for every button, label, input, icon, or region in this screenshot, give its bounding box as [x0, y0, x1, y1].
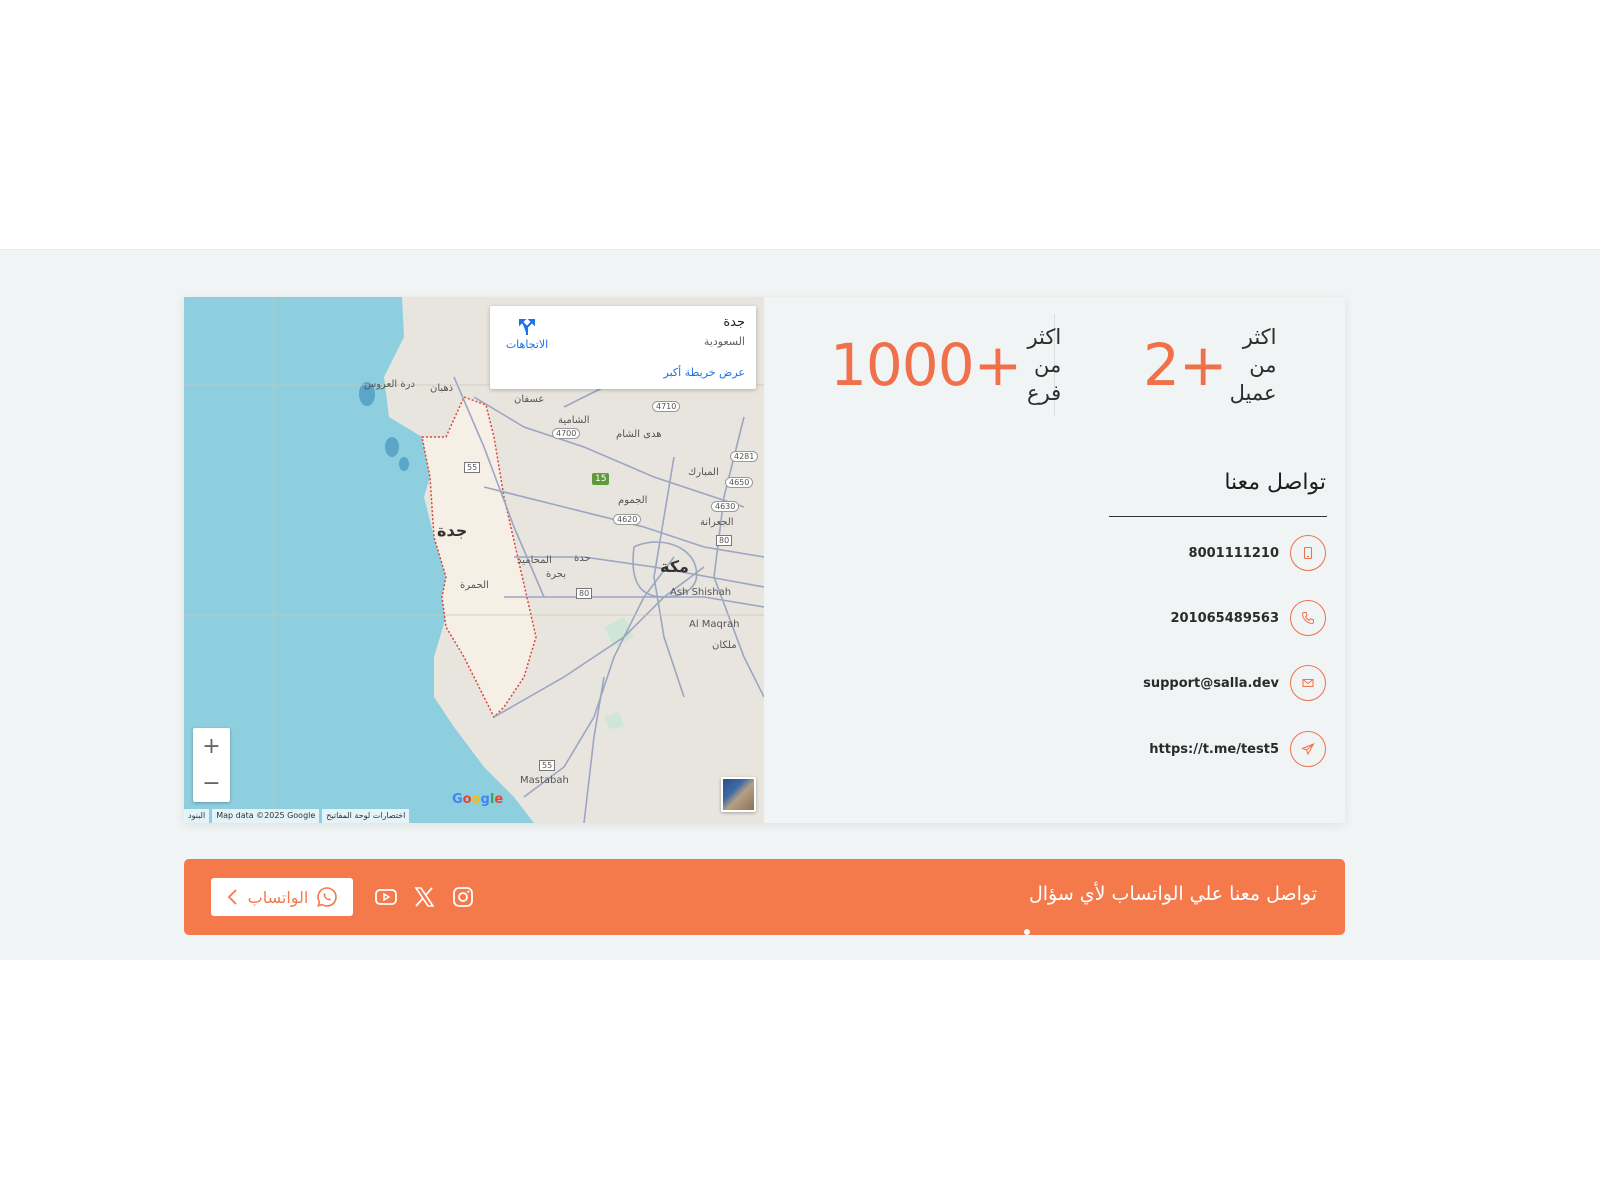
- map-label-makkah: مكة: [660, 557, 689, 576]
- stat-branches-value: 1000+: [830, 331, 1022, 399]
- x-twitter-link[interactable]: [410, 883, 438, 911]
- map-label-shamiya: الشامية: [558, 415, 590, 426]
- map-terms-link[interactable]: البنود: [184, 809, 210, 823]
- directions-label: الاتجاهات: [505, 338, 549, 351]
- zoom-controls: + −: [193, 728, 230, 802]
- map-label-jadda: حدة: [574, 553, 591, 564]
- keyboard-shortcuts-link[interactable]: اختصارات لوحة المفاتيح: [322, 809, 410, 823]
- contact-phone-text: 201065489563: [1170, 610, 1279, 626]
- whatsapp-icon: [317, 887, 338, 907]
- instagram-icon: [453, 887, 473, 907]
- contact-mobile-row[interactable]: 8001111210: [1026, 535, 1326, 571]
- telegram-icon: [1290, 731, 1326, 767]
- road-badge: 4630: [711, 501, 740, 512]
- map-data-credit: Map data ©2025 Google: [212, 809, 320, 823]
- whatsapp-button-label: الواتساب: [247, 887, 309, 907]
- whatsapp-banner-message: تواصل معنا علي الواتساب لأي سؤال: [1028, 883, 1317, 905]
- road-badge: 55: [539, 760, 556, 771]
- road-badge: 4650: [725, 477, 754, 488]
- directions-button[interactable]: الاتجاهات: [502, 318, 552, 351]
- whatsapp-banner: تواصل معنا علي الواتساب لأي سؤال الواتسا…: [184, 859, 1345, 935]
- contact-mobile-text: 8001111210: [1188, 545, 1279, 561]
- stat-clients-value: 2+: [1143, 331, 1227, 399]
- zoom-out-button[interactable]: −: [193, 765, 230, 802]
- instagram-link[interactable]: [449, 883, 477, 911]
- map-label-hamra: الحمرة: [460, 580, 489, 591]
- map-label-al-maqrah: Al Maqrah: [689, 619, 740, 630]
- youtube-link[interactable]: [372, 883, 400, 911]
- map-label-mubarak: المبارك: [688, 467, 719, 478]
- road-badge: 4620: [613, 514, 642, 525]
- google-logo: Google: [452, 792, 504, 807]
- map-label-jiraana: الجعرانة: [700, 517, 734, 528]
- mobile-icon: [1290, 535, 1326, 571]
- whatsapp-button[interactable]: الواتساب: [211, 878, 353, 916]
- map-label-dhahban: ذهبان: [430, 383, 454, 394]
- phone-icon: [1290, 600, 1326, 636]
- chevron-left-icon: [227, 889, 237, 905]
- contact-title: تواصل معنا: [1224, 470, 1326, 495]
- google-map[interactable]: جدة مكة Ash Shishah Al Maqrah ملكان Mast…: [184, 297, 764, 823]
- view-larger-map-link[interactable]: عرض خريطة أكبر: [664, 366, 745, 379]
- road-badge: 80: [576, 588, 593, 599]
- road-badge: 55: [464, 462, 481, 473]
- map-label-mastabah: Mastabah: [520, 775, 569, 786]
- email-icon: [1290, 665, 1326, 701]
- stat-branches-label: اكثر من فرع: [1027, 325, 1062, 405]
- contact-title-underline: [1109, 516, 1327, 517]
- road-badge: 4700: [552, 428, 581, 439]
- map-label-ash-shishah: Ash Shishah: [670, 587, 732, 598]
- stat-clients-label: اكثر من عميل: [1229, 325, 1277, 405]
- map-place-city: جدة: [723, 315, 745, 330]
- map-label-usfan: عسفان: [514, 394, 545, 405]
- road-badge: 80: [716, 535, 733, 546]
- map-place-country: السعودية: [703, 335, 745, 348]
- contact-email-row[interactable]: support@salla.dev: [1026, 665, 1326, 701]
- contact-phone-row[interactable]: 201065489563: [1026, 600, 1326, 636]
- youtube-icon: [375, 889, 397, 905]
- zoom-in-button[interactable]: +: [193, 728, 230, 765]
- map-attribution: البنود Map data ©2025 Google اختصارات لو…: [184, 809, 410, 823]
- map-label-mahamid: المحاميد: [517, 555, 552, 566]
- map-label-durrat: درة العروس: [364, 379, 415, 390]
- road-badge: 4710: [652, 401, 681, 412]
- map-label-bahra: بحرة: [546, 569, 566, 580]
- map-label-malkan: ملكان: [712, 640, 737, 651]
- map-label-jeddah: جدة: [437, 521, 468, 540]
- carousel-dot[interactable]: [1024, 929, 1030, 935]
- contact-email-text: support@salla.dev: [1143, 675, 1279, 691]
- map-label-huda: هدى الشام: [616, 429, 662, 440]
- stat-clients: 2+ اكثر من عميل: [1125, 315, 1277, 415]
- map-label-jumum: الجموم: [618, 495, 648, 506]
- contact-telegram-row[interactable]: https://t.me/test5: [1026, 731, 1326, 767]
- road-badge: 15: [592, 473, 610, 485]
- satellite-toggle-button[interactable]: [721, 777, 756, 812]
- contact-telegram-text: https://t.me/test5: [1149, 741, 1279, 757]
- road-badge: 4281: [730, 451, 759, 462]
- stat-branches: 1000+ اكثر من فرع: [812, 315, 1061, 415]
- x-twitter-icon: [414, 887, 435, 907]
- directions-icon: [519, 319, 535, 335]
- map-place-card: جدة السعودية عرض خريطة أكبر الاتجاهات: [490, 306, 756, 389]
